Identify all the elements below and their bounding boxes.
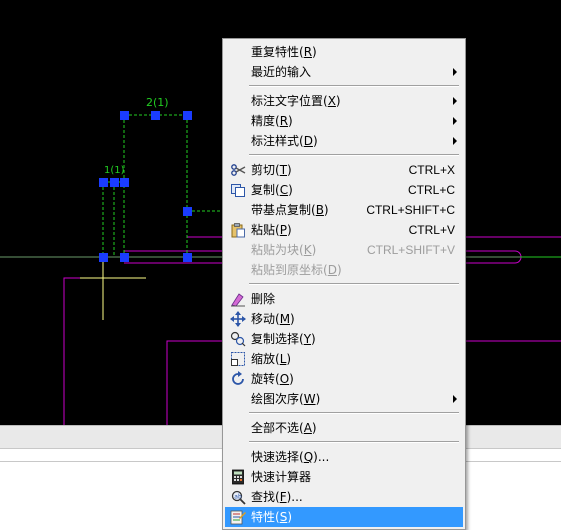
menu-item-label: 最近的输入	[251, 65, 312, 79]
menu-item-paste-to-original-coords[interactable]: 粘贴到原坐标(D)	[225, 260, 463, 280]
copy-selection-icon	[230, 331, 246, 347]
menu-item-label: 删除	[251, 292, 276, 306]
menu-item-quick-calc[interactable]: 快速计算器	[225, 467, 463, 487]
menu-item-label: 移动(M)	[251, 312, 295, 326]
menu-separator	[249, 85, 459, 87]
menu-item-properties[interactable]: 特性(S)	[225, 507, 463, 527]
menu-item-shortcut: CTRL+SHIFT+C	[366, 203, 455, 217]
menu-item-label: 复制(C)	[251, 183, 293, 197]
menu-separator	[249, 412, 459, 414]
move-icon	[230, 311, 246, 327]
menu-item-copy[interactable]: 复制(C) CTRL+C	[225, 180, 463, 200]
dimension-text-top[interactable]: 2(1)	[146, 96, 169, 109]
menu-item-paste-as-block[interactable]: 粘贴为块(K) CTRL+SHIFT+V	[225, 240, 463, 260]
menu-item-shortcut: CTRL+X	[408, 163, 455, 177]
menu-item-delete[interactable]: 删除	[225, 289, 463, 309]
context-menu: 重复特性(R) 最近的输入 标注文字位置(X) 精度(R) 标注样式(D) 剪切…	[222, 38, 466, 530]
menu-item-label: 缩放(L)	[251, 352, 292, 366]
submenu-arrow-icon	[453, 97, 457, 105]
rotate-icon	[232, 371, 244, 385]
menu-separator	[249, 154, 459, 156]
menu-item-shortcut: CTRL+C	[407, 183, 455, 197]
menu-item-label: 特性(S)	[251, 510, 292, 524]
menu-item-paste[interactable]: 粘贴(P) CTRL+V	[225, 220, 463, 240]
submenu-arrow-icon	[453, 117, 457, 125]
scale-icon	[231, 352, 245, 366]
menu-item-label: 复制选择(Y)	[251, 332, 316, 346]
menu-item-move[interactable]: 移动(M)	[225, 309, 463, 329]
menu-item-label: 全部不选(A)	[251, 421, 317, 435]
menu-item-label: 标注文字位置(X)	[251, 94, 341, 108]
find-icon: ab	[231, 490, 246, 505]
copy-icon	[231, 184, 245, 197]
menu-item-quick-select[interactable]: 快速选择(Q)...	[225, 447, 463, 467]
menu-item-label: 粘贴(P)	[251, 223, 292, 237]
menu-item-label: 重复特性(R)	[251, 45, 317, 59]
menu-item-label: 粘贴到原坐标(D)	[251, 263, 342, 277]
menu-item-recent-input[interactable]: 最近的输入	[225, 62, 463, 82]
dimension-text-left[interactable]: 1(1)	[104, 165, 125, 176]
menu-item-label: 快速选择(Q)...	[251, 450, 330, 464]
menu-item-cut[interactable]: 剪切(T) CTRL+X	[225, 160, 463, 180]
properties-icon	[230, 510, 246, 525]
menu-item-label: 剪切(T)	[251, 163, 292, 177]
submenu-arrow-icon	[453, 137, 457, 145]
menu-item-dim-text-position[interactable]: 标注文字位置(X)	[225, 91, 463, 111]
menu-item-dim-style[interactable]: 标注样式(D)	[225, 131, 463, 151]
menu-item-repeat-properties[interactable]: 重复特性(R)	[225, 42, 463, 62]
menu-item-draw-order[interactable]: 绘图次序(W)	[225, 389, 463, 409]
menu-item-label: 带基点复制(B)	[251, 203, 329, 217]
magenta-outline-left[interactable]	[63, 277, 102, 425]
menu-item-deselect-all[interactable]: 全部不选(A)	[225, 418, 463, 438]
menu-item-label: 精度(R)	[251, 114, 293, 128]
menu-item-scale[interactable]: 缩放(L)	[225, 349, 463, 369]
menu-item-label: 旋转(O)	[251, 372, 294, 386]
menu-item-copy-with-basepoint[interactable]: 带基点复制(B) CTRL+SHIFT+C	[225, 200, 463, 220]
menu-item-find[interactable]: ab 查找(F)...	[225, 487, 463, 507]
menu-separator	[249, 283, 459, 285]
submenu-arrow-icon	[453, 68, 457, 76]
menu-item-label: 查找(F)...	[251, 490, 303, 504]
menu-item-copy-selection[interactable]: 复制选择(Y)	[225, 329, 463, 349]
menu-separator	[249, 441, 459, 443]
menu-item-shortcut: CTRL+SHIFT+V	[366, 243, 455, 257]
paste-icon	[231, 223, 245, 238]
menu-item-label: 标注样式(D)	[251, 134, 318, 148]
menu-item-rotate[interactable]: 旋转(O)	[225, 369, 463, 389]
scissors-icon	[231, 164, 246, 176]
menu-item-label: 绘图次序(W)	[251, 392, 321, 406]
calculator-icon	[232, 469, 244, 485]
eraser-icon	[231, 293, 245, 307]
menu-item-precision[interactable]: 精度(R)	[225, 111, 463, 131]
menu-item-label: 快速计算器	[251, 470, 312, 484]
menu-item-label: 粘贴为块(K)	[251, 243, 317, 257]
submenu-arrow-icon	[453, 395, 457, 403]
grips[interactable]	[99, 111, 192, 262]
menu-item-shortcut: CTRL+V	[408, 223, 455, 237]
